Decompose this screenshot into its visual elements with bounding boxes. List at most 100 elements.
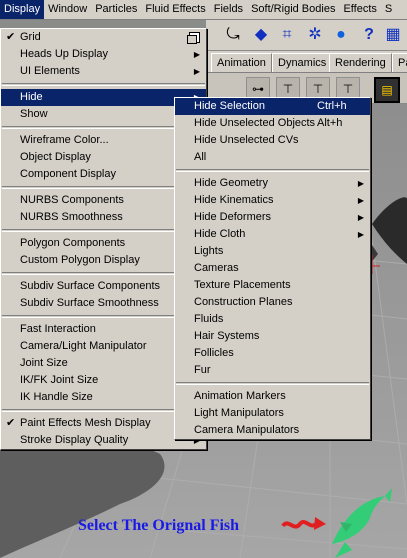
caption-text: Select The Orignal Fish	[78, 517, 240, 534]
menu-item-label: Hide Cloth	[194, 228, 246, 240]
submenu-arrow-icon: ▶	[357, 179, 364, 188]
hide-item-hide-geometry[interactable]: Hide Geometry ▶	[175, 175, 370, 192]
menu-window[interactable]: Window	[44, 0, 91, 19]
menu-item-label: Subdiv Surface Components	[20, 280, 161, 292]
tab-dynamics[interactable]: Dynamics	[272, 53, 333, 72]
menu-item-label: All	[194, 151, 207, 163]
hide-submenu: Hide Selection Ctrl+h Hide Unselected Obje…	[174, 97, 371, 440]
menu-item-label: Hide	[20, 91, 43, 103]
shortcut-label: Ctrl+h	[317, 100, 347, 112]
hide-item-light-manipulators[interactable]: Light Manipulators	[175, 405, 370, 422]
menu-item-label: NURBS Components	[20, 194, 124, 206]
display-item-ui-elements[interactable]: UI Elements ▶	[1, 63, 206, 80]
hide-item-hide-kinematics[interactable]: Hide Kinematics ▶	[175, 192, 370, 209]
menu-item-label: IK Handle Size	[20, 391, 93, 403]
menu-effects[interactable]: Effects	[339, 0, 380, 19]
menu-item-label: Custom Polygon Display	[20, 254, 140, 266]
menu-item-label: Wireframe Color...	[20, 134, 109, 146]
menu-item-label: Construction Planes	[194, 296, 293, 308]
menu-item-label: Follicles	[194, 347, 234, 359]
hide-item-fur[interactable]: Fur	[175, 362, 370, 379]
tab-animation[interactable]: Animation	[211, 53, 272, 72]
checkmark-icon: ✔	[6, 417, 16, 429]
checkmark-icon: ✔	[6, 31, 16, 43]
menu-item-label: Fur	[194, 364, 211, 376]
hide-item-hide-selection[interactable]: Hide Selection Ctrl+h	[175, 98, 370, 115]
shelf-tabs: Animation Dynamics Rendering Pa	[206, 51, 407, 73]
menu-item-label: Hide Kinematics	[194, 194, 274, 206]
menu-item-label: Show	[20, 108, 48, 120]
menu-fields[interactable]: Fields	[210, 0, 247, 19]
menu-item-label: Light Manipulators	[194, 407, 284, 419]
render-view-icon[interactable]: ▤	[374, 77, 400, 103]
hide-item-all[interactable]: All	[175, 149, 370, 166]
menu-item-label: UI Elements	[20, 65, 80, 77]
menu-item-label: Lights	[194, 245, 224, 257]
hide-item-hide-unselected-cvs[interactable]: Hide Unselected CVs	[175, 132, 370, 149]
submenu-arrow-icon: ▶	[357, 213, 364, 222]
hide-item-follicles[interactable]: Follicles	[175, 345, 370, 362]
menu-item-label: Animation Markers	[194, 390, 286, 402]
menu-fluid-effects[interactable]: Fluid Effects	[141, 0, 209, 19]
hide-item-construction-planes[interactable]: Construction Planes	[175, 294, 370, 311]
menu-item-label: Hide Deformers	[194, 211, 272, 223]
menu-item-label: Hide Selection	[194, 100, 265, 112]
hide-item-hide-deformers[interactable]: Hide Deformers ▶	[175, 209, 370, 226]
menu-item-label: Hair Systems	[194, 330, 260, 342]
hide-item-hide-cloth[interactable]: Hide Cloth ▶	[175, 226, 370, 243]
snap-grid-icon[interactable]: ⌗	[276, 24, 298, 46]
render-sphere-icon[interactable]: ●	[330, 24, 352, 46]
snap-point-icon[interactable]: ✲	[304, 24, 326, 46]
lasso-tool-icon[interactable]: ⤿	[222, 24, 244, 46]
tab-rendering[interactable]: Rendering	[329, 53, 392, 72]
hide-item-camera-manipulators[interactable]: Camera Manipulators	[175, 422, 370, 439]
submenu-arrow-icon: ▶	[357, 230, 364, 239]
status-toolbar: ⤿ ◆ ⌗ ✲ ● ? ▦	[206, 20, 407, 50]
submenu-arrow-icon: ▶	[193, 50, 200, 59]
menu-item-label: Stroke Display Quality	[20, 434, 129, 446]
menu-s[interactable]: S	[381, 0, 396, 19]
paint-select-icon[interactable]: ◆	[250, 24, 272, 46]
menu-item-label: Camera/Light Manipulator	[20, 340, 147, 352]
menu-item-label: Cameras	[194, 262, 239, 274]
menu-item-label: Paint Effects Mesh Display	[20, 417, 151, 429]
render-globals-icon[interactable]: ▦	[382, 24, 404, 46]
menu-item-label: Joint Size	[20, 357, 68, 369]
hide-item-fluids[interactable]: Fluids	[175, 311, 370, 328]
hide-item-lights[interactable]: Lights	[175, 243, 370, 260]
hide-item-hair-systems[interactable]: Hair Systems	[175, 328, 370, 345]
submenu-arrow-icon: ▶	[193, 67, 200, 76]
hide-item-texture-placements[interactable]: Texture Placements	[175, 277, 370, 294]
menu-item-label: NURBS Smoothness	[20, 211, 123, 223]
menu-item-label: Object Display	[20, 151, 91, 163]
hide-item-cameras[interactable]: Cameras	[175, 260, 370, 277]
menu-separator	[2, 83, 205, 86]
display-item-grid[interactable]: Grid ✔	[1, 29, 206, 46]
menu-item-label: Fast Interaction	[20, 323, 96, 335]
hide-item-hide-unselected-objects[interactable]: Hide Unselected Objects Alt+h	[175, 115, 370, 132]
hide-item-animation-markers[interactable]: Animation Markers	[175, 388, 370, 405]
menu-particles[interactable]: Particles	[91, 0, 141, 19]
help-icon[interactable]: ?	[358, 24, 380, 46]
option-box-icon[interactable]	[187, 32, 200, 44]
menu-soft-rigid-bodies[interactable]: Soft/Rigid Bodies	[247, 0, 339, 19]
menu-item-label: Component Display	[20, 168, 116, 180]
menu-display[interactable]: Display	[0, 0, 45, 19]
menu-item-label: Hide Geometry	[194, 177, 268, 189]
menu-item-label: Subdiv Surface Smoothness	[20, 297, 159, 309]
submenu-arrow-icon: ▶	[357, 196, 364, 205]
menu-item-label: IK/FK Joint Size	[20, 374, 99, 386]
shortcut-label: Alt+h	[317, 117, 343, 129]
menu-item-label: Fluids	[194, 313, 224, 325]
menu-item-label: Hide Unselected Objects	[194, 117, 316, 129]
menubar: Display Window Particles Fluid Effects Field…	[0, 0, 407, 20]
tab-pa[interactable]: Pa	[392, 53, 407, 72]
menu-separator	[176, 169, 369, 172]
menu-item-label: Polygon Components	[20, 237, 126, 249]
display-item-heads-up-display[interactable]: Heads Up Display ▶	[1, 46, 206, 63]
menu-item-label: Grid	[20, 31, 41, 43]
menu-item-label: Hide Unselected CVs	[194, 134, 299, 146]
menu-item-label: Texture Placements	[194, 279, 291, 291]
menu-item-label: Heads Up Display	[20, 48, 109, 60]
menu-separator	[176, 382, 369, 385]
